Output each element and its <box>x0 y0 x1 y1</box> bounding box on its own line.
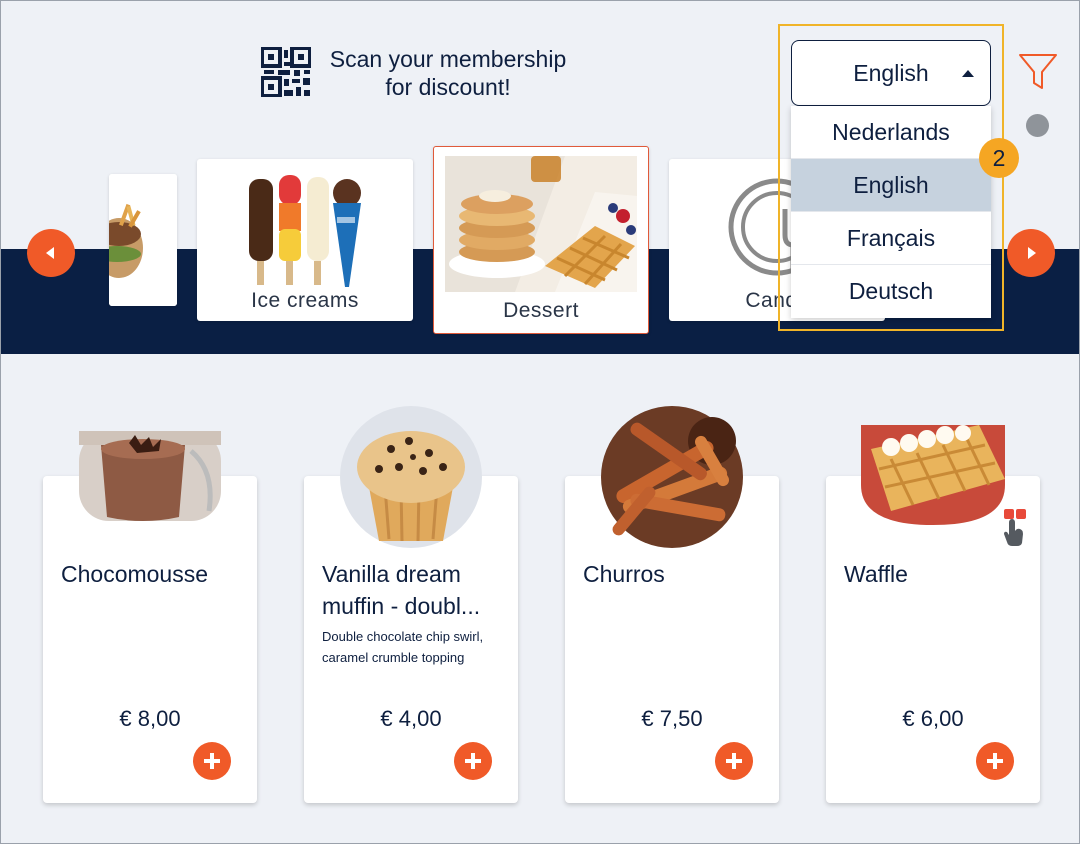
add-to-cart-button[interactable] <box>715 742 753 780</box>
category-card-dessert[interactable]: Dessert <box>433 146 649 334</box>
kiosk-screen: Scan your membership for discount! Engli… <box>0 0 1080 844</box>
add-to-cart-button[interactable] <box>193 742 231 780</box>
product-name: Churros <box>583 561 665 587</box>
plus-icon <box>204 753 220 769</box>
add-to-cart-button[interactable] <box>454 742 492 780</box>
product-card[interactable]: Chocomousse € 8,00 <box>43 476 257 803</box>
product-price: € 6,00 <box>902 706 964 731</box>
plus-icon <box>726 753 742 769</box>
product-price: € 8,00 <box>119 706 181 731</box>
scan-prompt-line1: Scan your membership <box>329 46 567 72</box>
chevron-right-icon <box>1028 247 1036 259</box>
qr-code-icon <box>261 47 311 97</box>
plus-icon <box>987 753 1003 769</box>
language-option-nederlands[interactable]: Nederlands <box>791 106 991 159</box>
category-card-partial[interactable] <box>109 174 177 306</box>
product-name: Vanilla dream muffin - doubl... <box>322 561 481 619</box>
category-label: Dessert <box>503 299 579 322</box>
add-to-cart-button[interactable] <box>976 742 1014 780</box>
category-card-ice-creams[interactable]: Ice creams <box>197 159 413 321</box>
muffin-image <box>340 406 482 548</box>
tap-hint-icon <box>1004 509 1026 546</box>
language-select-value: English <box>853 59 929 86</box>
category-label: Ice creams <box>251 289 359 312</box>
waffle-image <box>861 425 1005 525</box>
pancakes-waffles-image <box>445 156 637 292</box>
language-select[interactable]: English <box>791 40 991 106</box>
chocomousse-image <box>79 431 221 521</box>
tutorial-step-badge: 2 <box>979 138 1019 178</box>
filter-icon[interactable] <box>1017 51 1059 93</box>
caret-up-icon <box>962 70 974 77</box>
language-dropdown-menu: Nederlands English Français Deutsch <box>791 106 991 318</box>
chevron-left-icon <box>46 247 54 259</box>
product-name: Waffle <box>844 561 908 587</box>
language-option-francais[interactable]: Français <box>791 212 991 265</box>
plus-icon <box>465 753 481 769</box>
scan-prompt-line2: for discount! <box>385 74 511 100</box>
status-indicator-dot <box>1026 114 1049 137</box>
burger-fries-image <box>109 174 177 306</box>
product-price: € 7,50 <box>641 706 703 731</box>
carousel-next-button[interactable] <box>1007 229 1055 277</box>
carousel-prev-button[interactable] <box>27 229 75 277</box>
language-option-english[interactable]: English <box>791 159 991 212</box>
product-price: € 4,00 <box>380 706 442 731</box>
language-option-deutsch[interactable]: Deutsch <box>791 265 991 318</box>
product-description: Double chocolate chip swirl, caramel cru… <box>322 629 484 665</box>
churros-image <box>601 406 743 548</box>
ice-cream-image <box>249 175 361 287</box>
membership-scan-prompt: Scan your membership for discount! <box>319 45 577 101</box>
product-name: Chocomousse <box>61 561 209 587</box>
